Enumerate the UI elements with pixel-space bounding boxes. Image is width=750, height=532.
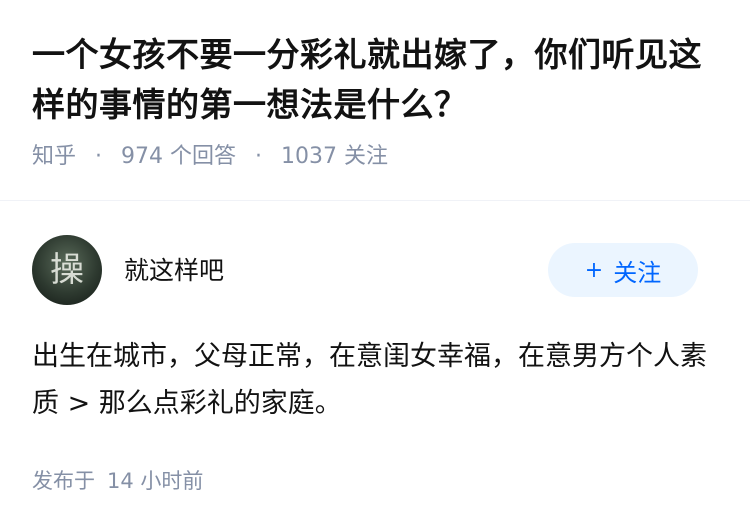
section-divider bbox=[0, 200, 750, 201]
avatar-glyph: 操 bbox=[50, 250, 84, 290]
meta-separator-dot: · bbox=[255, 144, 263, 169]
avatar[interactable]: 操 bbox=[32, 235, 102, 305]
publish-info: 发布于 14 小时前 bbox=[32, 465, 203, 495]
followers-count: 1037 bbox=[281, 144, 338, 169]
question-title[interactable]: 一个女孩不要一分彩礼就出嫁了，你们听见这样的事情的第一想法是什么？ bbox=[32, 30, 718, 130]
author-name[interactable]: 就这样吧 bbox=[124, 251, 224, 287]
question-header: 一个女孩不要一分彩礼就出嫁了，你们听见这样的事情的第一想法是什么？ 知乎 · 9… bbox=[0, 0, 750, 172]
answer-content[interactable]: 出生在城市，父母正常，在意闺女幸福，在意男方个人素质 > 那么点彩礼的家庭。 bbox=[32, 333, 710, 427]
followers-label: 关注 bbox=[344, 144, 389, 169]
follow-button[interactable]: + 关注 bbox=[548, 243, 698, 297]
publish-time: 14 小时前 bbox=[107, 469, 204, 493]
question-meta: 知乎 · 974 个回答 · 1037 关注 bbox=[32, 142, 718, 172]
answer-text: 出生在城市，父母正常，在意闺女幸福，在意男方个人素质 > 那么点彩礼的家庭。 bbox=[32, 341, 707, 419]
publish-label: 发布于 bbox=[32, 469, 95, 493]
plus-icon: + bbox=[584, 257, 604, 283]
follow-button-label: 关注 bbox=[613, 258, 662, 287]
answers-label: 个回答 bbox=[170, 144, 237, 169]
author-row: 操 就这样吧 + 关注 bbox=[32, 235, 698, 305]
source-label[interactable]: 知乎 bbox=[32, 144, 76, 169]
answers-count: 974 bbox=[121, 144, 164, 169]
meta-separator-dot: · bbox=[95, 144, 103, 169]
